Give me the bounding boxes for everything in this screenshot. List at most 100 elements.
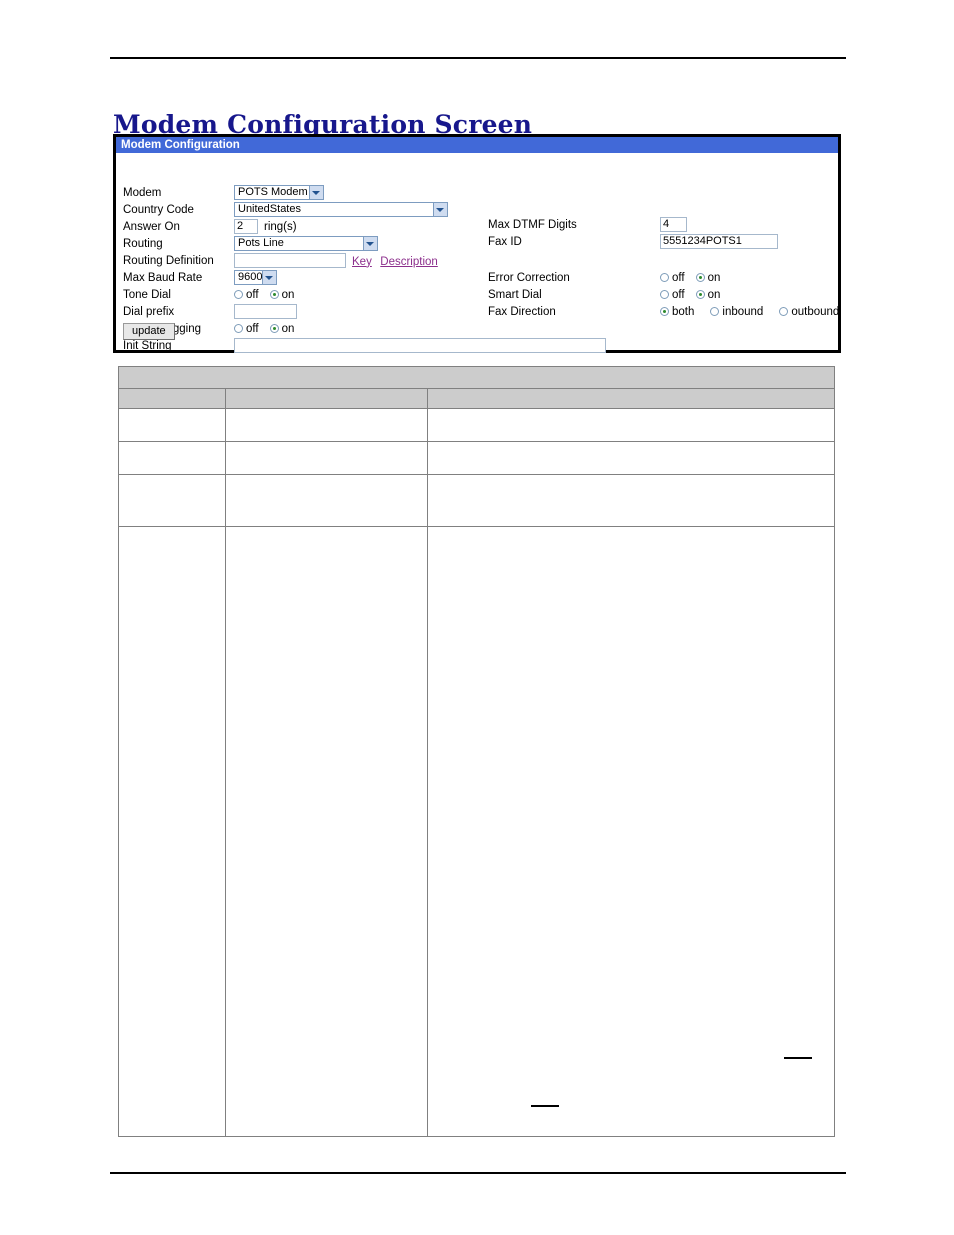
answer-on-unit: ring(s)	[264, 220, 297, 233]
description-link[interactable]: Description	[380, 256, 438, 268]
table-cell	[225, 408, 428, 442]
error-correction-on-option[interactable]: on	[695, 271, 721, 284]
radio-selected-icon	[695, 273, 705, 282]
label-fax-direction: Fax Direction	[488, 305, 556, 318]
radio-icon	[710, 307, 720, 316]
fax-debugging-on-option[interactable]: on	[269, 322, 295, 335]
table-header-cell-2	[225, 388, 428, 409]
form-right-column: Max DTMF Digits 4 Fax ID 5551234POTS1 Er…	[488, 216, 850, 320]
panel-body: Modem POTS Modem 1 Country Code UnitedSt…	[116, 153, 839, 353]
label-dial-prefix: Dial prefix	[123, 305, 175, 318]
fax-id-input[interactable]: 5551234POTS1	[660, 234, 778, 249]
fax-debugging-radio-group: off on	[234, 323, 305, 335]
init-string-input[interactable]	[234, 338, 606, 353]
tone-dial-on-label: on	[281, 288, 295, 301]
table-cell	[118, 441, 226, 475]
label-tone-dial: Tone Dial	[123, 288, 171, 301]
chevron-down-icon	[436, 208, 444, 212]
radio-selected-icon	[269, 290, 279, 299]
table-banner-row	[117, 366, 836, 389]
residual-rule-left	[531, 1105, 559, 1107]
table-cell	[225, 441, 428, 475]
max-baud-rate-select[interactable]: 9600	[234, 270, 277, 285]
fax-direction-both-label: both	[672, 305, 695, 318]
field-error-correction: Error Correction off on	[488, 269, 850, 286]
label-modem: Modem	[123, 186, 162, 199]
table-cell	[426, 441, 836, 475]
radio-icon	[660, 290, 669, 299]
smart-dial-off-label: off	[672, 288, 685, 301]
radio-selected-icon	[695, 290, 705, 299]
radio-icon	[779, 307, 789, 316]
error-correction-on-label: on	[707, 271, 721, 284]
label-max-baud-rate: Max Baud Rate	[123, 271, 203, 284]
header-rule	[110, 57, 846, 59]
chevron-down-icon	[366, 242, 374, 246]
fax-direction-both-option[interactable]: both	[660, 306, 694, 318]
table-cell	[118, 526, 226, 1137]
field-modem: Modem POTS Modem 1	[123, 184, 606, 201]
table-row	[118, 526, 836, 1137]
chevron-down-icon	[265, 276, 273, 280]
table-cell	[118, 408, 226, 442]
fax-direction-outbound-option[interactable]: outbound	[779, 306, 839, 318]
table-header-row	[118, 388, 836, 409]
field-max-dtmf-digits: Max DTMF Digits 4	[488, 216, 850, 233]
max-dtmf-digits-input[interactable]: 4	[660, 217, 687, 232]
label-answer-on: Answer On	[123, 220, 180, 233]
modem-select[interactable]: POTS Modem 1	[234, 185, 324, 200]
table-cell	[118, 474, 226, 527]
tone-dial-radio-group: off on	[234, 289, 305, 301]
field-smart-dial: Smart Dial off on	[488, 286, 850, 303]
fax-direction-outbound-label: outbound	[791, 305, 840, 318]
smart-dial-radio-group: off on	[660, 289, 731, 301]
key-link[interactable]: Key	[352, 256, 372, 268]
reference-table	[117, 366, 836, 1137]
routing-definition-input[interactable]	[234, 253, 346, 268]
routing-definition-links: Key Description	[352, 252, 438, 270]
label-max-dtmf-digits: Max DTMF Digits	[488, 218, 577, 231]
dial-prefix-input[interactable]	[234, 304, 297, 319]
smart-dial-on-label: on	[707, 288, 721, 301]
fax-debugging-on-label: on	[281, 322, 295, 335]
fax-direction-inbound-option[interactable]: inbound	[710, 306, 763, 318]
label-country-code: Country Code	[123, 203, 194, 216]
radio-selected-icon	[660, 307, 669, 316]
radio-icon	[660, 273, 669, 282]
country-code-select[interactable]: UnitedStates	[234, 202, 448, 217]
table-cell	[426, 526, 836, 1137]
chevron-down-icon	[312, 191, 320, 195]
field-fax-direction: Fax Direction both inbound outbound	[488, 303, 850, 320]
field-fax-debugging: Fax Debugging off on	[123, 320, 606, 337]
error-correction-radio-group: off on	[660, 272, 731, 284]
label-smart-dial: Smart Dial	[488, 288, 542, 301]
right-column-spacer	[488, 250, 850, 269]
error-correction-off-option[interactable]: off	[660, 272, 685, 284]
update-button[interactable]: update	[123, 323, 175, 340]
field-init-string: Init String	[123, 337, 606, 354]
residual-rule-right	[784, 1057, 812, 1059]
tone-dial-off-option[interactable]: off	[234, 289, 259, 301]
label-routing-definition: Routing Definition	[123, 254, 214, 267]
smart-dial-on-option[interactable]: on	[695, 288, 721, 301]
panel-title: Modem Configuration	[116, 137, 838, 153]
table-header-cell-3	[426, 388, 836, 409]
table-cell	[225, 474, 428, 527]
fax-debugging-off-option[interactable]: off	[234, 323, 259, 335]
answer-on-input[interactable]: 2	[234, 219, 258, 234]
label-error-correction: Error Correction	[488, 271, 570, 284]
fax-direction-radio-group: both inbound outbound	[660, 306, 850, 318]
fax-debugging-off-label: off	[246, 322, 259, 335]
routing-select[interactable]: Pots Line	[234, 236, 378, 251]
radio-icon	[234, 290, 243, 299]
radio-icon	[234, 324, 243, 333]
table-header-cell-1	[118, 388, 226, 409]
table-cell	[426, 474, 836, 527]
tone-dial-on-option[interactable]: on	[269, 288, 295, 301]
tone-dial-off-label: off	[246, 288, 259, 301]
label-init-string: Init String	[123, 339, 172, 352]
fax-direction-inbound-label: inbound	[722, 305, 764, 318]
table-banner-cell	[117, 366, 836, 389]
smart-dial-off-option[interactable]: off	[660, 289, 685, 301]
error-correction-off-label: off	[672, 271, 685, 284]
